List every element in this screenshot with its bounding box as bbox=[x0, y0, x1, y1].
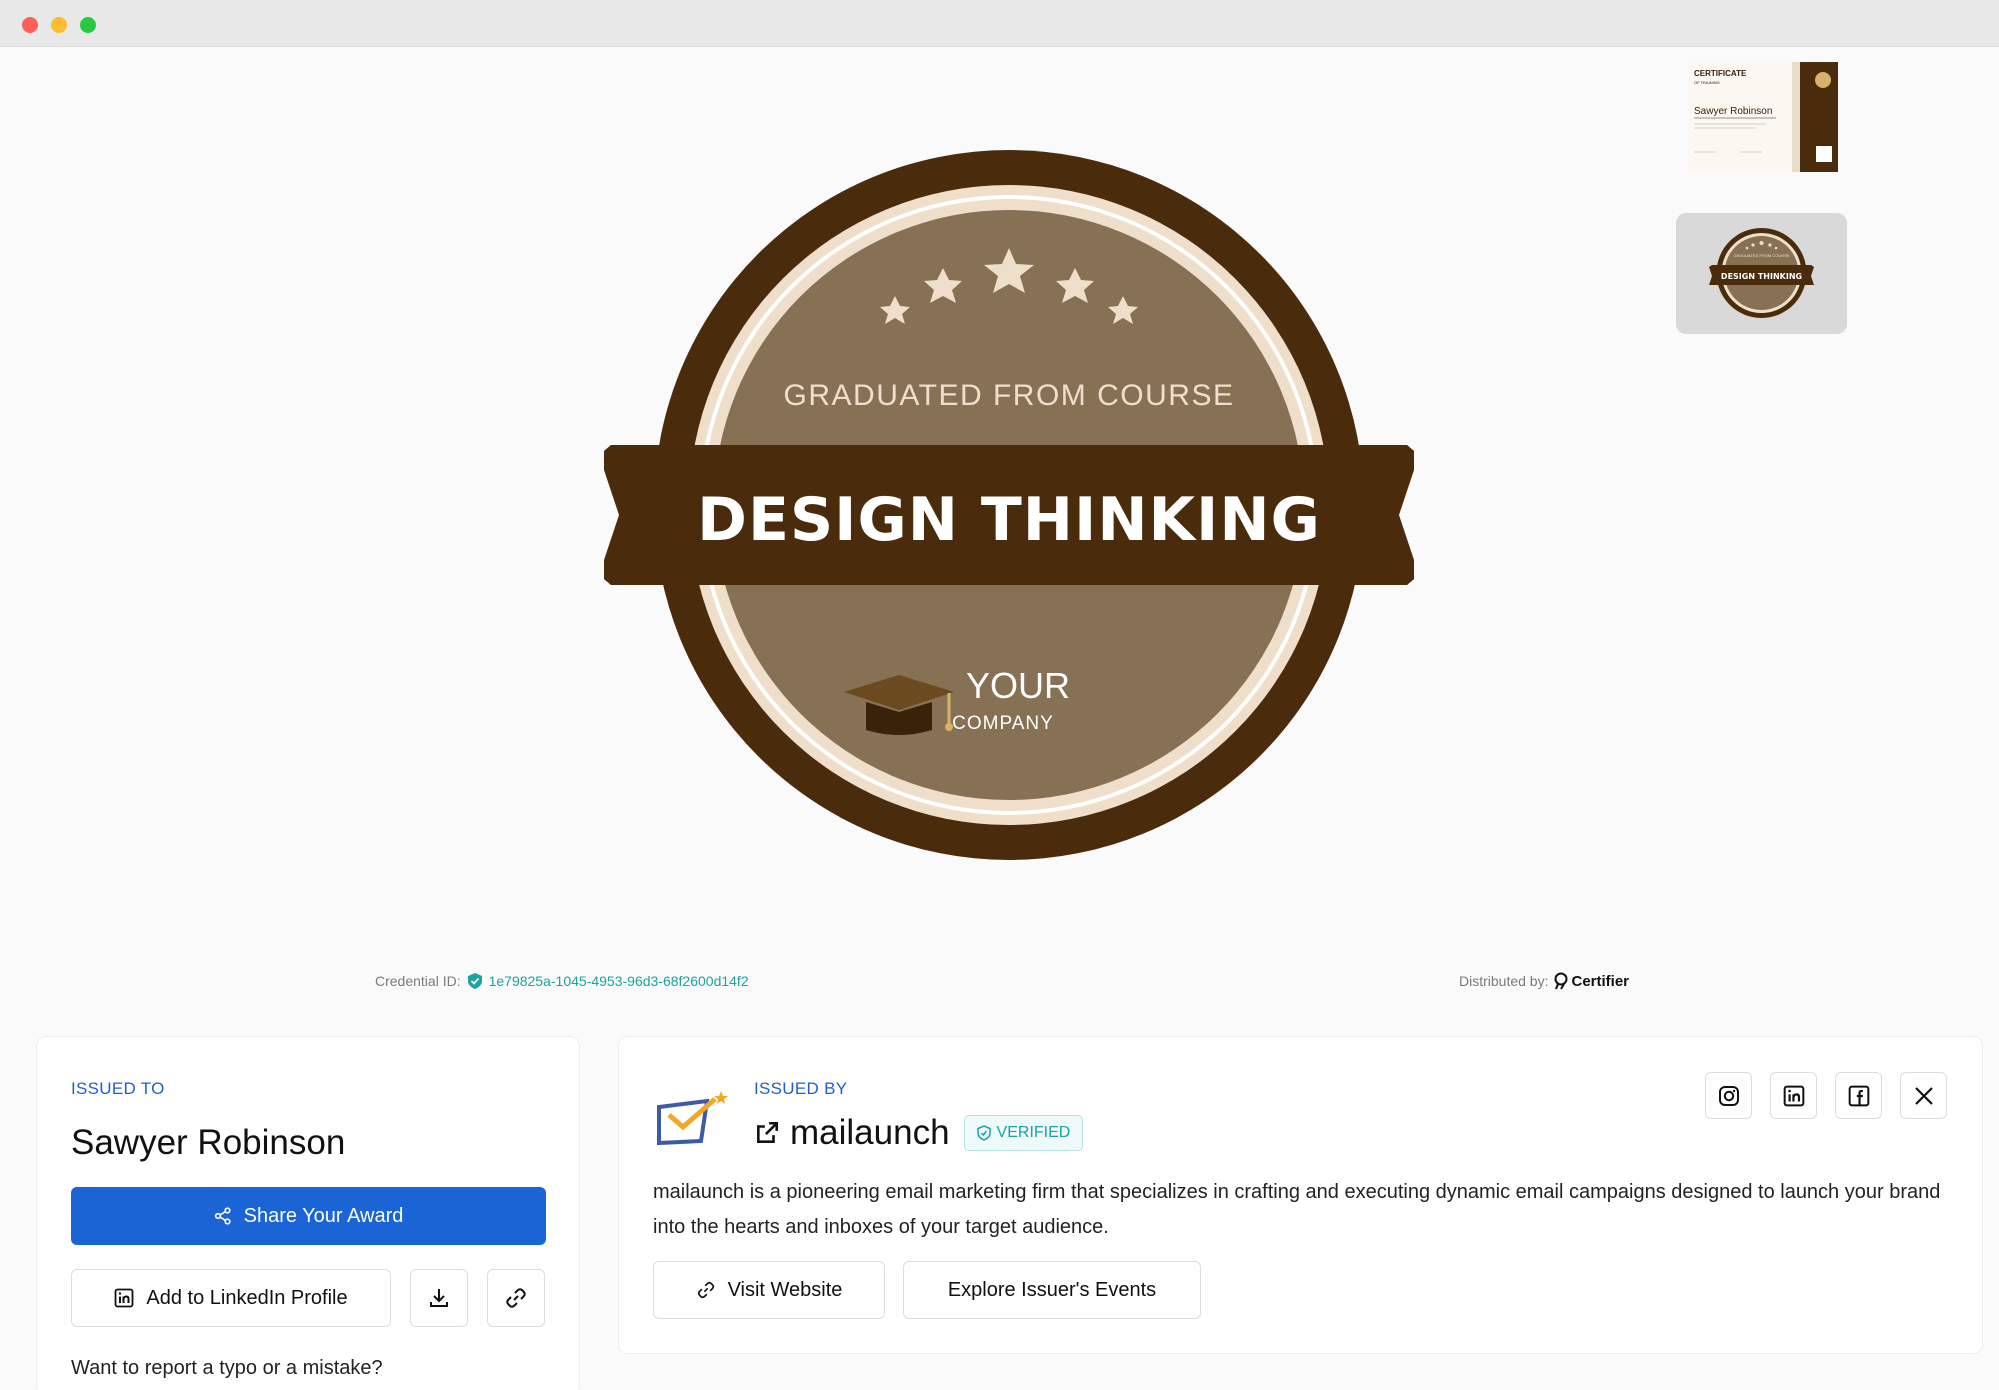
certifier-name: Certifier bbox=[1571, 972, 1630, 990]
x-icon bbox=[1914, 1086, 1933, 1105]
company-line2: COMPANY bbox=[952, 713, 1054, 734]
instagram-button[interactable] bbox=[1705, 1072, 1752, 1119]
issuer-name[interactable]: mailaunch bbox=[790, 1113, 950, 1153]
issued-to-card: ISSUED TO Sawyer Robinson Share Your Awa… bbox=[36, 1036, 580, 1390]
badge-thumbnail[interactable]: GRADUATED FROM COURSE DESIGN THINKING bbox=[1676, 213, 1847, 334]
shield-check-icon bbox=[467, 973, 482, 989]
add-to-linkedin-button[interactable]: Add to LinkedIn Profile bbox=[71, 1269, 391, 1327]
thumb-cert-subtitle: OF TRAINING bbox=[1694, 80, 1720, 85]
issuer-name-row: mailaunch VERIFIED bbox=[754, 1113, 1084, 1153]
credential-id-value[interactable]: 1e79825a-1045-4953-96d3-68f2600d14f2 bbox=[489, 973, 749, 989]
linkedin-button[interactable] bbox=[1770, 1072, 1817, 1119]
download-button[interactable] bbox=[410, 1269, 468, 1327]
certifier-icon bbox=[1554, 972, 1568, 990]
copy-link-button[interactable] bbox=[487, 1269, 545, 1327]
company-line1: YOUR bbox=[966, 665, 1070, 706]
award-badge: GRADUATED FROM COURSE DESIGN THINKING YO… bbox=[599, 140, 1419, 880]
issued-by-card: ISSUED BY mailaunch VERIFIED mailaunch i… bbox=[618, 1036, 1983, 1354]
minimize-window-button[interactable] bbox=[51, 17, 67, 33]
explore-events-label: Explore Issuer's Events bbox=[947, 1278, 1157, 1301]
verified-badge: VERIFIED bbox=[963, 1115, 1084, 1151]
credential-id-label: Credential ID: bbox=[375, 973, 461, 989]
close-window-button[interactable] bbox=[22, 17, 38, 33]
window-titlebar bbox=[0, 0, 1999, 47]
linkedin-icon bbox=[1783, 1085, 1804, 1106]
thumb-badge-top-text: GRADUATED FROM COURSE bbox=[1734, 253, 1790, 258]
facebook-icon bbox=[1848, 1085, 1869, 1106]
thumb-cert-title: CERTIFICATE bbox=[1694, 69, 1747, 78]
share-icon bbox=[214, 1207, 231, 1225]
recipient-name: Sawyer Robinson bbox=[71, 1123, 346, 1162]
badge-title: DESIGN THINKING bbox=[697, 485, 1321, 555]
distributed-by-row: Distributed by: Certifier bbox=[1459, 972, 1629, 990]
report-mistake-link[interactable]: Want to report a typo or a mistake? bbox=[71, 1357, 383, 1380]
share-award-label: Share Your Award bbox=[243, 1204, 404, 1227]
visit-website-label: Visit Website bbox=[727, 1278, 843, 1301]
facebook-button[interactable] bbox=[1835, 1072, 1882, 1119]
verified-label: VERIFIED bbox=[996, 1124, 1071, 1141]
linkedin-icon bbox=[114, 1288, 134, 1308]
maximize-window-button[interactable] bbox=[80, 17, 96, 33]
badge-graphic: GRADUATED FROM COURSE DESIGN THINKING YO… bbox=[599, 150, 1419, 860]
x-button[interactable] bbox=[1900, 1072, 1947, 1119]
badge-top-text: GRADUATED FROM COURSE bbox=[784, 379, 1235, 412]
mailaunch-logo bbox=[657, 1091, 728, 1146]
issuer-description: mailaunch is a pioneering email marketin… bbox=[653, 1181, 1941, 1238]
explore-events-button[interactable]: Explore Issuer's Events bbox=[903, 1261, 1201, 1319]
shield-check-icon bbox=[976, 1125, 991, 1141]
certificate-thumbnail[interactable]: CERTIFICATE OF TRAINING Sawyer Robinson bbox=[1676, 58, 1847, 178]
link-icon bbox=[697, 1281, 714, 1299]
visit-website-button[interactable]: Visit Website bbox=[653, 1261, 885, 1319]
credential-id-row: Credential ID: 1e79825a-1045-4953-96d3-6… bbox=[375, 972, 749, 990]
share-award-button[interactable]: Share Your Award bbox=[71, 1187, 546, 1245]
download-icon bbox=[430, 1289, 448, 1307]
instagram-icon bbox=[1718, 1085, 1739, 1106]
link-icon bbox=[506, 1288, 526, 1308]
issued-by-label: ISSUED BY bbox=[754, 1079, 848, 1098]
thumb-cert-name: Sawyer Robinson bbox=[1694, 106, 1772, 117]
thumb-badge-title: DESIGN THINKING bbox=[1721, 272, 1802, 281]
add-to-linkedin-label: Add to LinkedIn Profile bbox=[146, 1286, 348, 1309]
external-link-icon[interactable] bbox=[754, 1120, 780, 1146]
distributed-by-label: Distributed by: bbox=[1459, 973, 1549, 989]
certifier-logo[interactable]: Certifier bbox=[1554, 972, 1629, 990]
issued-to-label: ISSUED TO bbox=[71, 1079, 165, 1098]
